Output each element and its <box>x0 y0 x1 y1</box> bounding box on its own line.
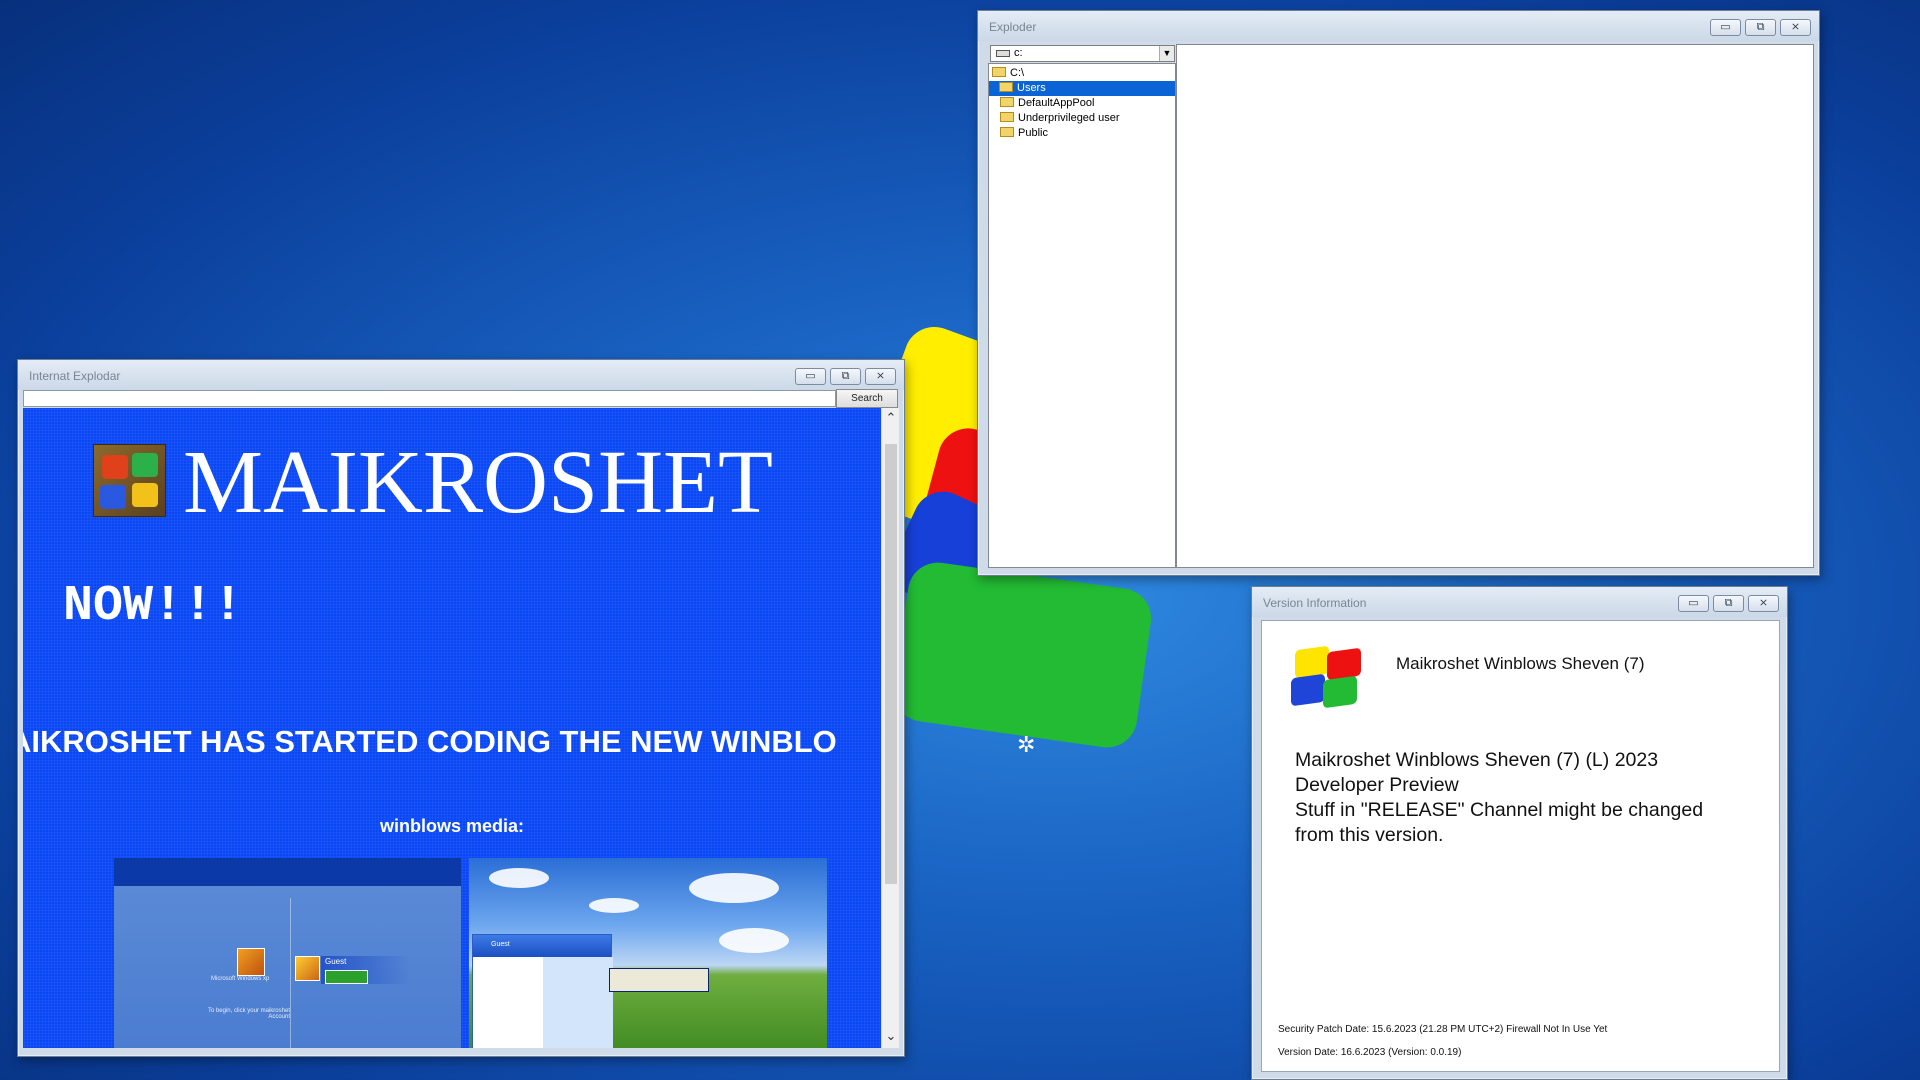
close-button[interactable]: ⨯ <box>865 368 896 385</box>
shot1-label: Microsoft Windows xp <box>211 976 270 982</box>
media-screenshot-login[interactable]: Microsoft Windows xp Guest To begin, cli… <box>114 858 461 1048</box>
web-page: MAIKROSHET NOW!!! AIKROSHET HAS STARTED … <box>23 408 881 1048</box>
folder-tree: C:\ Users DefaultAppPool Underprivileged… <box>988 63 1176 568</box>
folder-open-icon <box>992 67 1006 77</box>
drive-value: c: <box>1014 47 1023 59</box>
search-button[interactable]: Search <box>836 389 898 408</box>
folder-icon <box>1000 127 1014 137</box>
tree-item-c-root[interactable]: C:\ <box>992 66 1024 81</box>
exploder-title: Exploder <box>989 20 1037 34</box>
user-avatar-icon <box>295 956 320 981</box>
tree-item-defaultapppool[interactable]: DefaultAppPool <box>1000 96 1094 111</box>
maximize-button[interactable]: ⧉ <box>1745 19 1776 36</box>
ie-title: Internat Explodar <box>29 369 121 383</box>
maikroshet-logo-icon <box>93 444 166 517</box>
version-date: Version Date: 16.6.2023 (Version: 0.0.19… <box>1278 1047 1462 1058</box>
url-input[interactable] <box>23 390 836 407</box>
scroll-thumb[interactable] <box>885 444 897 884</box>
tree-item-underprivileged-user[interactable]: Underprivileged user <box>1000 111 1120 126</box>
folder-icon <box>1000 112 1014 122</box>
folder-icon <box>1000 97 1014 107</box>
media-label: winblows media: <box>379 816 525 836</box>
drive-icon <box>996 49 1010 57</box>
minimize-button[interactable]: ▭ <box>795 368 826 385</box>
cursor-sparkle-icon: ✲ <box>1017 732 1036 757</box>
arrow-right-icon <box>325 970 368 984</box>
shot1-hint: To begin, click your maikroshet Account <box>207 1008 290 1020</box>
wallpaper-flag-green <box>890 558 1155 752</box>
security-patch-date: Security Patch Date: 15.6.2023 (21.28 PM… <box>1278 1024 1608 1035</box>
page-scrollbar[interactable]: ⌃ ⌄ <box>881 408 899 1048</box>
close-button[interactable]: ⨯ <box>1748 595 1779 612</box>
minimize-button[interactable]: ▭ <box>1678 595 1709 612</box>
version-titlebar[interactable]: Version Information ▭ ⧉ ⨯ <box>1252 587 1787 617</box>
chevron-down-icon[interactable]: ▼ <box>1159 46 1174 61</box>
dialog-thumbnail <box>609 968 709 992</box>
version-content: Maikroshet Winblows Sheven (7) Maikroshe… <box>1261 620 1780 1072</box>
version-description: Maikroshet Winblows Sheven (7) (L) 2023 … <box>1295 749 1704 846</box>
media-screenshot-desktop[interactable]: Guest <box>469 858 827 1048</box>
maximize-button[interactable]: ⧉ <box>830 368 861 385</box>
version-title: Version Information <box>1263 596 1367 610</box>
exploder-titlebar[interactable]: Exploder ▭ ⧉ ⨯ <box>978 11 1819 41</box>
scroll-up-icon[interactable]: ⌃ <box>884 410 898 426</box>
folder-open-icon <box>999 82 1013 92</box>
ie-titlebar[interactable]: Internat Explodar ▭ ⧉ ⨯ <box>18 360 904 390</box>
start-menu-thumbnail: Guest <box>472 934 613 1048</box>
tree-item-users[interactable]: Users <box>989 81 1175 96</box>
now-heading: NOW!!! <box>63 578 244 635</box>
brand-title: MAIKROSHET <box>183 433 774 532</box>
close-button[interactable]: ⨯ <box>1780 19 1811 36</box>
scroll-down-icon[interactable]: ⌄ <box>884 1028 898 1044</box>
maximize-button[interactable]: ⧉ <box>1713 595 1744 612</box>
windows-logo-icon <box>237 948 265 976</box>
minimize-button[interactable]: ▭ <box>1710 19 1741 36</box>
announcement-marquee: AIKROSHET HAS STARTED CODING THE NEW WIN… <box>23 724 837 759</box>
file-list-pane[interactable] <box>1176 44 1814 568</box>
product-name: Maikroshet Winblows Sheven (7) <box>1396 654 1645 673</box>
winblows-logo-icon <box>1289 645 1361 709</box>
tree-item-public[interactable]: Public <box>1000 126 1048 141</box>
drive-select[interactable]: c: ▼ <box>990 45 1175 62</box>
